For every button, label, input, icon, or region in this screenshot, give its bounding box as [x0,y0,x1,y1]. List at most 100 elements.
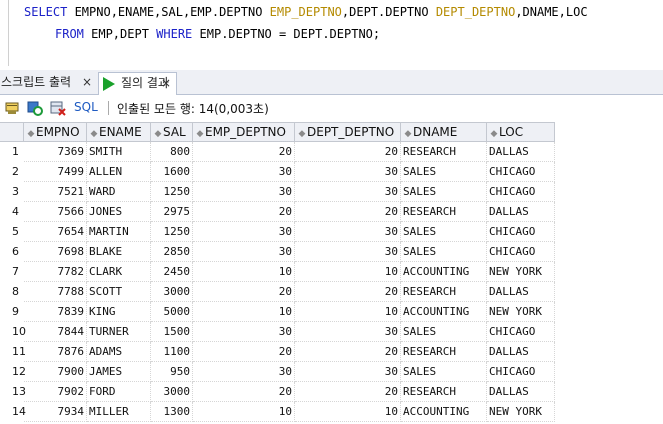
column-header-emp-deptno[interactable]: ◆ EMP_DEPTNO [193,122,295,142]
cell-sal[interactable]: 1500 [151,322,193,342]
cell-emp-deptno[interactable]: 30 [193,222,295,242]
row-number[interactable]: 9 [0,302,24,322]
row-number[interactable]: 1 [0,142,24,162]
cell-emp-deptno[interactable]: 30 [193,182,295,202]
table-row[interactable]: 6 7698 BLAKE 2850 30 30 SALES CHICAGO [0,242,663,262]
cell-emp-deptno[interactable]: 30 [193,362,295,382]
cell-sal[interactable]: 5000 [151,302,193,322]
cell-dept-deptno[interactable]: 20 [295,282,401,302]
table-row[interactable]: 8 7788 SCOTT 3000 20 20 RESEARCH DALLAS [0,282,663,302]
close-icon[interactable]: × [82,72,92,93]
cell-loc[interactable]: DALLAS [487,342,555,362]
sort-icon[interactable]: ◆ [489,125,499,141]
cell-loc[interactable]: DALLAS [487,202,555,222]
cell-dept-deptno[interactable]: 20 [295,202,401,222]
cell-ename[interactable]: ALLEN [87,162,151,182]
table-row[interactable]: 4 7566 JONES 2975 20 20 RESEARCH DALLAS [0,202,663,222]
cell-sal[interactable]: 3000 [151,382,193,402]
tab-script-output[interactable]: 스크립트 출력 × [0,72,97,95]
cell-dept-deptno[interactable]: 30 [295,322,401,342]
cell-dname[interactable]: RESEARCH [401,382,487,402]
cell-loc[interactable]: CHICAGO [487,182,555,202]
cell-sal[interactable]: 2850 [151,242,193,262]
cell-dname[interactable]: SALES [401,242,487,262]
row-number[interactable]: 4 [0,202,24,222]
cell-sal[interactable]: 1250 [151,222,193,242]
row-number[interactable]: 2 [0,162,24,182]
cell-sal[interactable]: 2450 [151,262,193,282]
cell-empno[interactable]: 7369 [24,142,87,162]
cell-ename[interactable]: JONES [87,202,151,222]
export-icon[interactable] [50,100,66,116]
cell-empno[interactable]: 7782 [24,262,87,282]
cell-ename[interactable]: ADAMS [87,342,151,362]
pin-icon[interactable] [4,100,20,116]
sql-editor[interactable]: SELECT EMPNO,ENAME,SAL,EMP.DEPTNO EMP_DE… [0,0,663,66]
row-number[interactable]: 6 [0,242,24,262]
row-number[interactable]: 7 [0,262,24,282]
cell-loc[interactable]: DALLAS [487,382,555,402]
cell-ename[interactable]: MILLER [87,402,151,422]
cell-dname[interactable]: SALES [401,162,487,182]
cell-ename[interactable]: SMITH [87,142,151,162]
row-number-header[interactable] [0,122,24,142]
cell-loc[interactable]: CHICAGO [487,362,555,382]
cell-empno[interactable]: 7654 [24,222,87,242]
cell-emp-deptno[interactable]: 20 [193,342,295,362]
cell-dname[interactable]: SALES [401,362,487,382]
table-row[interactable]: 2 7499 ALLEN 1600 30 30 SALES CHICAGO [0,162,663,182]
cell-dname[interactable]: ACCOUNTING [401,302,487,322]
cell-dname[interactable]: RESEARCH [401,202,487,222]
cell-emp-deptno[interactable]: 10 [193,402,295,422]
sql-link[interactable]: SQL [74,100,98,114]
row-number[interactable]: 13 [0,382,26,402]
sql-line-2[interactable]: FROM EMP,DEPT WHERE EMP.DEPTNO = DEPT.DE… [55,27,380,41]
refresh-icon[interactable] [27,100,43,116]
cell-sal[interactable]: 1250 [151,182,193,202]
sql-line-1[interactable]: SELECT EMPNO,ENAME,SAL,EMP.DEPTNO EMP_DE… [24,5,588,19]
cell-ename[interactable]: MARTIN [87,222,151,242]
cell-sal[interactable]: 1100 [151,342,193,362]
cell-empno[interactable]: 7788 [24,282,87,302]
table-row[interactable]: 12 7900 JAMES 950 30 30 SALES CHICAGO [0,362,663,382]
cell-ename[interactable]: BLAKE [87,242,151,262]
column-header-sal[interactable]: ◆ SAL [151,122,193,142]
cell-sal[interactable]: 3000 [151,282,193,302]
cell-emp-deptno[interactable]: 30 [193,242,295,262]
column-header-loc[interactable]: ◆ LOC [487,122,555,142]
cell-emp-deptno[interactable]: 10 [193,262,295,282]
row-number[interactable]: 8 [0,282,24,302]
results-grid[interactable]: ◆ EMPNO ◆ ENAME ◆ SAL ◆ EMP_DEPTNO ◆ DEPT_DEPTNO ◆… [0,122,663,424]
cell-dname[interactable]: RESEARCH [401,282,487,302]
cell-dept-deptno[interactable]: 30 [295,222,401,242]
cell-emp-deptno[interactable]: 30 [193,162,295,182]
cell-ename[interactable]: JAMES [87,362,151,382]
sort-icon[interactable]: ◆ [403,125,413,141]
table-row[interactable]: 14 7934 MILLER 1300 10 10 ACCOUNTING NEW YORK [0,402,663,422]
cell-dname[interactable]: SALES [401,322,487,342]
cell-dept-deptno[interactable]: 30 [295,362,401,382]
cell-emp-deptno[interactable]: 30 [193,322,295,342]
cell-dept-deptno[interactable]: 10 [295,302,401,322]
cell-dname[interactable]: RESEARCH [401,342,487,362]
cell-dept-deptno[interactable]: 30 [295,182,401,202]
sort-icon[interactable]: ◆ [195,125,205,141]
cell-loc[interactable]: DALLAS [487,142,555,162]
cell-dname[interactable]: RESEARCH [401,142,487,162]
table-row[interactable]: 13 7902 FORD 3000 20 20 RESEARCH DALLAS [0,382,663,402]
table-row[interactable]: 3 7521 WARD 1250 30 30 SALES CHICAGO [0,182,663,202]
cell-sal[interactable]: 950 [151,362,193,382]
cell-sal[interactable]: 1600 [151,162,193,182]
cell-empno[interactable]: 7934 [24,402,87,422]
cell-loc[interactable]: CHICAGO [487,222,555,242]
cell-sal[interactable]: 800 [151,142,193,162]
cell-empno[interactable]: 7876 [24,342,87,362]
cell-ename[interactable]: SCOTT [87,282,151,302]
cell-ename[interactable]: TURNER [87,322,151,342]
cell-emp-deptno[interactable]: 20 [193,142,295,162]
cell-empno[interactable]: 7844 [24,322,87,342]
row-number[interactable]: 10 [0,322,26,342]
table-row[interactable]: 9 7839 KING 5000 10 10 ACCOUNTING NEW YORK [0,302,663,322]
column-header-dept-deptno[interactable]: ◆ DEPT_DEPTNO [295,122,401,142]
cell-loc[interactable]: NEW YORK [487,402,555,422]
